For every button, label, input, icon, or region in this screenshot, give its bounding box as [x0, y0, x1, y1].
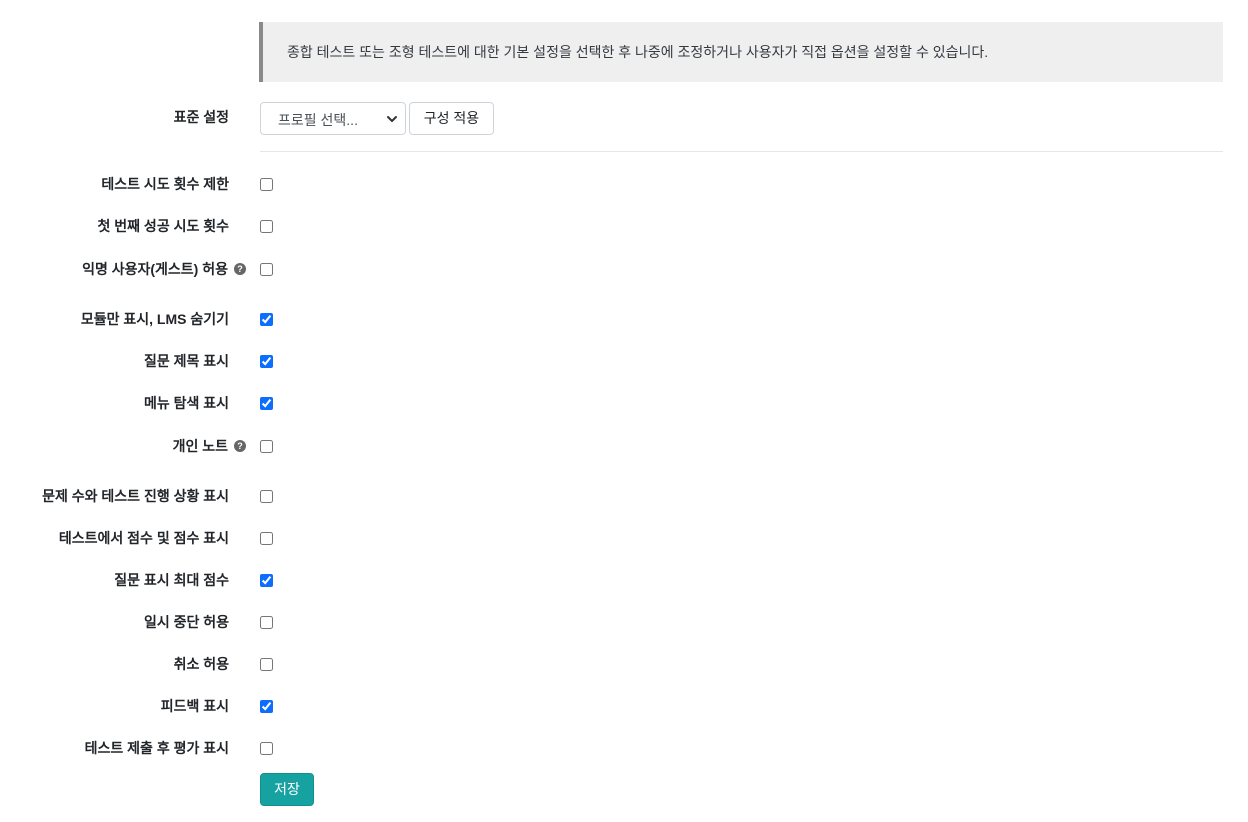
- option-checkbox[interactable]: [260, 355, 273, 368]
- option-label-text: 질문 표시 최대 점수: [114, 572, 229, 588]
- option-label-text: 메뉴 탐색 표시: [143, 395, 229, 411]
- option-checkbox[interactable]: [260, 178, 273, 191]
- option-label-text: 취소 허용: [173, 656, 229, 672]
- option-label: 모듈만 표시, LMS 숨기기: [81, 310, 229, 328]
- option-label-text: 일시 중단 허용: [143, 614, 229, 630]
- option-label-text: 테스트에서 점수 및 점수 표시: [58, 530, 229, 546]
- option-checkbox[interactable]: [260, 700, 273, 713]
- option-label: 익명 사용자(게스트) 허용?: [82, 260, 246, 278]
- option-checkbox[interactable]: [260, 263, 273, 276]
- divider: [260, 151, 1223, 152]
- option-checkbox[interactable]: [260, 616, 273, 629]
- option-checkbox[interactable]: [260, 532, 273, 545]
- option-checkbox[interactable]: [260, 490, 273, 503]
- option-label-text: 익명 사용자(게스트) 허용: [82, 261, 228, 277]
- preset-label: 표준 설정: [173, 109, 229, 125]
- help-icon[interactable]: ?: [234, 440, 246, 452]
- option-label-text: 개인 노트: [172, 438, 228, 454]
- option-label: 개인 노트?: [173, 437, 246, 455]
- option-label-text: 문제 수와 테스트 진행 상황 표시: [42, 488, 229, 504]
- notice-text: 종합 테스트 또는 조형 테스트에 대한 기본 설정을 선택한 후 나중에 조정…: [287, 44, 989, 60]
- option-label-text: 테스트 시도 횟수 제한: [101, 176, 229, 192]
- profile-select[interactable]: 프로필 선택...: [260, 102, 406, 135]
- option-label-text: 테스트 제출 후 평가 표시: [84, 740, 229, 756]
- option-label: 테스트 제출 후 평가 표시: [85, 739, 229, 757]
- option-label-text: 피드백 표시: [160, 698, 229, 714]
- help-icon[interactable]: ?: [234, 263, 246, 275]
- option-label-text: 질문 제목 표시: [143, 353, 229, 369]
- option-label-text: 첫 번째 성공 시도 횟수: [97, 218, 229, 234]
- option-checkbox[interactable]: [260, 313, 273, 326]
- option-checkbox[interactable]: [260, 220, 273, 233]
- option-checkbox[interactable]: [260, 742, 273, 755]
- option-label-text: 모듈만 표시, LMS 숨기기: [80, 311, 229, 327]
- option-label: 질문 표시 최대 점수: [114, 571, 229, 589]
- option-checkbox[interactable]: [260, 440, 273, 453]
- save-button[interactable]: 저장: [260, 773, 314, 806]
- option-label: 취소 허용: [174, 655, 229, 673]
- chevron-down-icon: [387, 116, 397, 122]
- option-label: 일시 중단 허용: [144, 613, 229, 631]
- option-checkbox[interactable]: [260, 658, 273, 671]
- option-label: 피드백 표시: [161, 697, 229, 715]
- option-label: 테스트 시도 횟수 제한: [101, 175, 229, 193]
- option-label: 질문 제목 표시: [144, 352, 229, 370]
- option-checkbox[interactable]: [260, 574, 273, 587]
- apply-config-button[interactable]: 구성 적용: [409, 102, 494, 135]
- option-label: 첫 번째 성공 시도 횟수: [98, 217, 229, 235]
- option-checkbox[interactable]: [260, 397, 273, 410]
- profile-select-value: 프로필 선택...: [278, 112, 358, 128]
- info-notice: 종합 테스트 또는 조형 테스트에 대한 기본 설정을 선택한 후 나중에 조정…: [259, 22, 1223, 82]
- option-label: 메뉴 탐색 표시: [144, 394, 229, 412]
- option-label: 테스트에서 점수 및 점수 표시: [59, 529, 229, 547]
- option-label: 문제 수와 테스트 진행 상황 표시: [42, 487, 229, 505]
